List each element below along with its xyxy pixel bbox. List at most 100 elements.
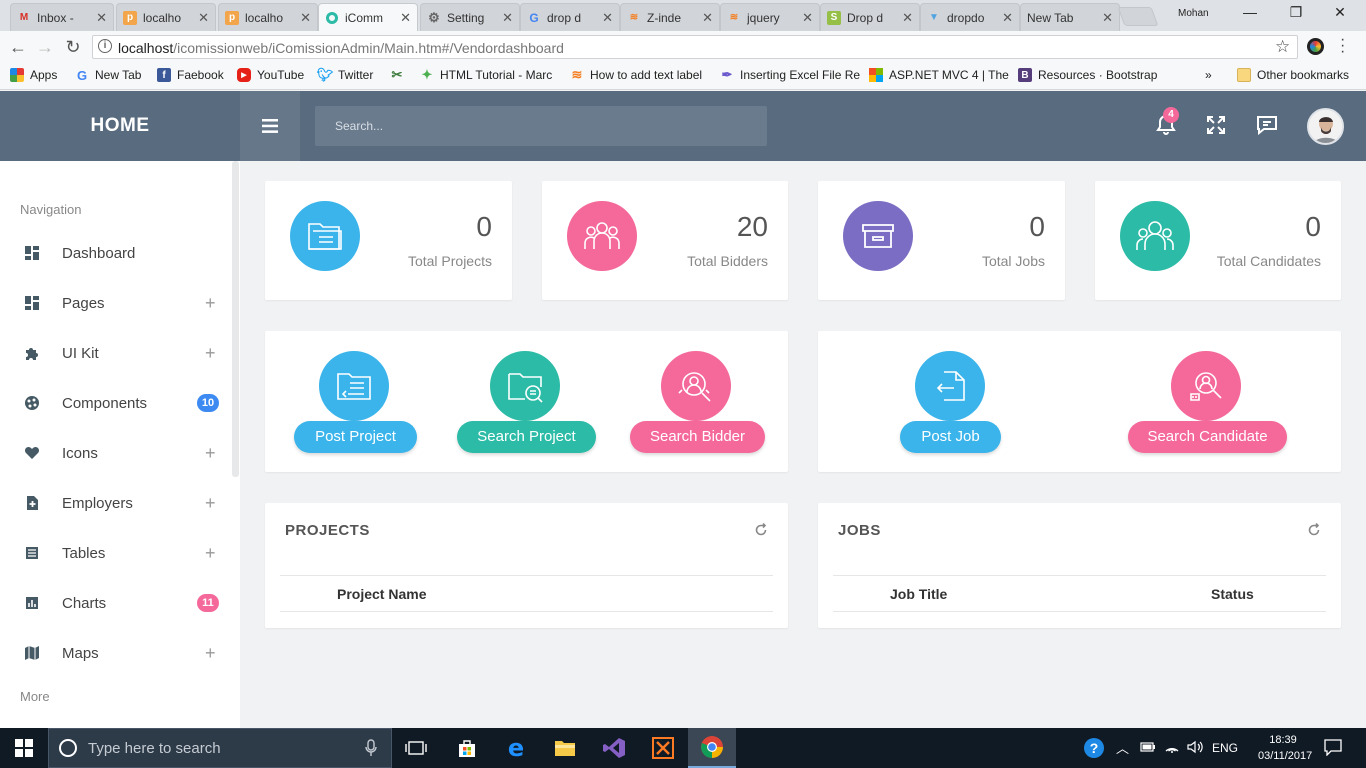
browser-tab-z-index[interactable]: ≋ Z-inde ✕	[620, 3, 720, 31]
user-avatar[interactable]	[1307, 108, 1344, 145]
sidebar-item-dashboard[interactable]: Dashboard	[0, 233, 232, 273]
browser-tab-jquery[interactable]: ≋ jquery ✕	[720, 3, 820, 31]
expand-plus-icon[interactable]: +	[205, 293, 216, 314]
close-icon[interactable]: ✕	[1102, 10, 1113, 26]
browser-tab-inbox[interactable]: M Inbox - ✕	[10, 3, 114, 31]
fullscreen-button[interactable]	[1204, 113, 1228, 137]
bookmark-how-to-add-text[interactable]: ≋ How to add text label	[570, 67, 703, 82]
taskbar-chrome[interactable]	[688, 728, 736, 768]
taskbar-store[interactable]	[443, 728, 491, 768]
microphone-icon[interactable]	[365, 739, 377, 757]
browser-tab-drop-down-2[interactable]: S Drop d ✕	[820, 3, 920, 31]
bookmark-apps[interactable]: Apps	[10, 68, 57, 82]
column-header-status[interactable]: Status	[1211, 586, 1254, 602]
sidebar-item-tables[interactable]: Tables +	[0, 533, 232, 573]
close-icon[interactable]: ✕	[502, 10, 513, 26]
bookmark-asp-net[interactable]: ASP.NET MVC 4 | The	[869, 68, 1009, 82]
sidebar-item-icons[interactable]: Icons +	[0, 433, 232, 473]
search-candidate-button[interactable]: Search Candidate	[1128, 421, 1287, 453]
close-icon[interactable]: ✕	[902, 10, 913, 26]
extension-icon[interactable]	[1307, 38, 1324, 55]
close-icon[interactable]: ✕	[1002, 10, 1013, 26]
close-icon[interactable]: ✕	[198, 10, 209, 26]
refresh-icon[interactable]	[754, 523, 768, 537]
bookmark-unnamed[interactable]: ✂	[390, 67, 410, 82]
bookmark-inserting-excel[interactable]: ✒ Inserting Excel File Re	[720, 67, 861, 82]
folder-send-icon[interactable]	[319, 351, 389, 421]
start-button[interactable]	[0, 728, 48, 768]
close-icon[interactable]: ✕	[400, 10, 411, 26]
action-center-icon[interactable]	[1324, 739, 1342, 756]
taskbar-clock[interactable]: 18:39 03/11/2017	[1258, 732, 1312, 764]
new-tab-button[interactable]	[1117, 7, 1159, 26]
browser-menu-icon[interactable]: · · ·	[1340, 32, 1345, 60]
bookmark-youtube[interactable]: ▶ YouTube	[237, 68, 304, 82]
messages-button[interactable]	[1255, 113, 1279, 137]
search-bidder-button[interactable]: Search Bidder	[630, 421, 765, 453]
browser-tab-settings[interactable]: ⚙ Setting ✕	[420, 3, 520, 31]
taskbar-edge[interactable]: e	[492, 728, 540, 768]
expand-plus-icon[interactable]: +	[205, 493, 216, 514]
address-bar-url[interactable]: localhost/icomissionweb/iComissionAdmin/…	[118, 40, 564, 56]
bookmark-new-tab[interactable]: G New Tab	[75, 68, 142, 83]
back-arrow-icon[interactable]: ←	[7, 36, 29, 58]
volume-icon[interactable]	[1187, 740, 1203, 754]
tray-expand-icon[interactable]: ︿	[1116, 738, 1129, 757]
sidebar-item-pages[interactable]: Pages +	[0, 283, 232, 323]
column-header-project-name[interactable]: Project Name	[337, 586, 426, 602]
expand-plus-icon[interactable]: +	[205, 543, 216, 564]
browser-tab-drop-down[interactable]: G drop d ✕	[520, 3, 620, 31]
sidebar-item-ui-kit[interactable]: UI Kit +	[0, 333, 232, 373]
menu-toggle-button[interactable]	[240, 91, 300, 161]
browser-profile-name[interactable]: Mohan	[1178, 8, 1209, 19]
help-icon[interactable]: ?	[1083, 737, 1105, 759]
expand-plus-icon[interactable]: +	[205, 343, 216, 364]
browser-tab-localhost-2[interactable]: p localho ✕	[218, 3, 318, 31]
window-close-icon[interactable]: ✕	[1320, 4, 1360, 21]
restore-icon[interactable]: ❐	[1276, 4, 1316, 21]
close-icon[interactable]: ✕	[802, 10, 813, 26]
header-search-input[interactable]	[315, 106, 767, 146]
bookmark-twitter[interactable]: 🐦︎ Twitter	[317, 67, 374, 82]
battery-icon[interactable]	[1140, 741, 1156, 753]
close-icon[interactable]: ✕	[702, 10, 713, 26]
expand-plus-icon[interactable]: +	[205, 443, 216, 464]
taskbar-xampp[interactable]	[639, 728, 687, 768]
brand-home[interactable]: HOME	[0, 91, 240, 161]
folder-search-icon[interactable]	[490, 351, 560, 421]
post-project-button[interactable]: Post Project	[294, 421, 417, 453]
file-send-icon[interactable]	[915, 351, 985, 421]
bookmarks-overflow-button[interactable]: »	[1205, 68, 1212, 82]
other-bookmarks[interactable]: Other bookmarks	[1237, 68, 1349, 82]
search-project-button[interactable]: Search Project	[457, 421, 596, 453]
sidebar-item-maps[interactable]: Maps +	[0, 633, 232, 673]
reload-icon[interactable]: ↻	[62, 36, 84, 58]
browser-tab-dropdown[interactable]: ▼ dropdo ✕	[920, 3, 1020, 31]
expand-plus-icon[interactable]: +	[205, 643, 216, 664]
user-search-icon[interactable]	[661, 351, 731, 421]
language-indicator[interactable]: ENG	[1212, 741, 1238, 755]
post-job-button[interactable]: Post Job	[900, 421, 1001, 453]
sidebar-item-components[interactable]: Components 10	[0, 383, 232, 423]
bookmark-html-tutorial[interactable]: ✦ HTML Tutorial - Marc	[420, 67, 553, 82]
browser-tab-icommission[interactable]: iComm ✕	[318, 3, 418, 31]
info-icon[interactable]: i	[98, 39, 112, 53]
close-icon[interactable]: ✕	[602, 10, 613, 26]
bookmark-facebook[interactable]: f Faebook	[157, 68, 224, 82]
refresh-icon[interactable]	[1307, 523, 1321, 537]
minimize-icon[interactable]: —	[1230, 4, 1270, 20]
task-view-button[interactable]	[392, 728, 440, 768]
column-header-job-title[interactable]: Job Title	[890, 586, 947, 602]
candidate-search-icon[interactable]	[1171, 351, 1241, 421]
sidebar-scrollbar[interactable]	[232, 161, 239, 477]
wifi-icon[interactable]	[1164, 739, 1180, 754]
close-icon[interactable]: ✕	[96, 10, 107, 26]
bookmark-star-icon[interactable]: ☆	[1275, 37, 1290, 57]
close-icon[interactable]: ✕	[300, 10, 311, 26]
bookmark-bootstrap[interactable]: B Resources · Bootstrap	[1018, 68, 1157, 82]
forward-arrow-icon[interactable]: →	[34, 36, 56, 58]
taskbar-file-explorer[interactable]	[541, 728, 589, 768]
sidebar-item-charts[interactable]: Charts 11	[0, 583, 232, 623]
browser-tab-localhost-1[interactable]: p localho ✕	[116, 3, 216, 31]
taskbar-visual-studio[interactable]	[590, 728, 638, 768]
